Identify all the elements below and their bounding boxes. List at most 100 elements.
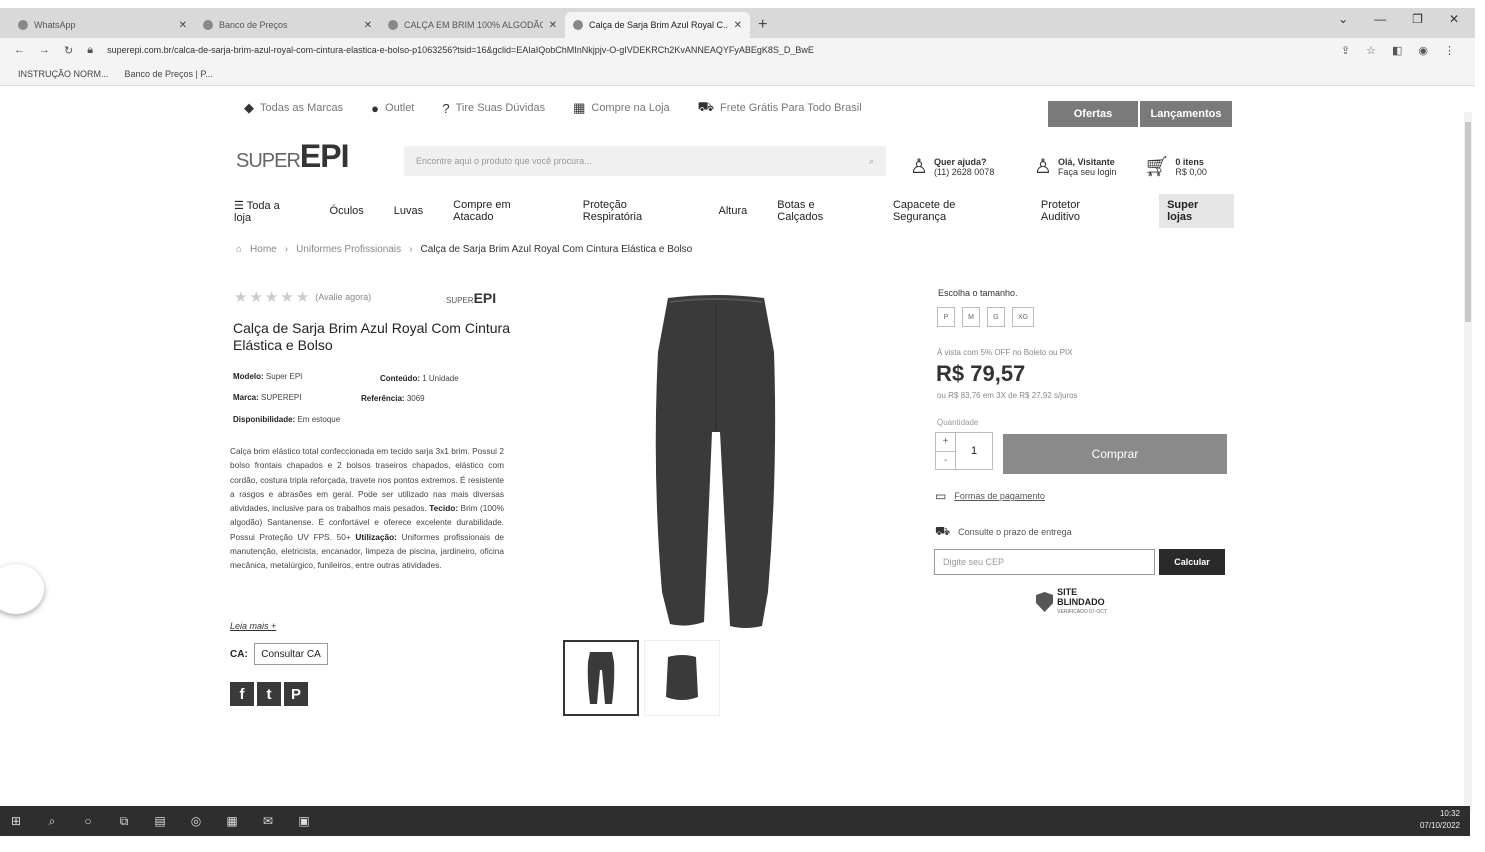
consultar-ca-button[interactable]: Consultar CA — [254, 643, 328, 665]
topbar-duvidas[interactable]: ? Tire Suas Dúvidas — [442, 101, 545, 116]
star-icon[interactable]: ★ — [234, 288, 247, 306]
outlook-icon[interactable]: ✉ — [260, 814, 276, 828]
star-icon[interactable]: ★ — [249, 288, 262, 306]
rating-stars[interactable]: ★ ★ ★ ★ ★ (Avalie agora) — [234, 288, 371, 306]
chevron-down-icon[interactable]: ⌄ — [1338, 12, 1348, 26]
nav-item-super-lojas[interactable]: Super lojas — [1159, 194, 1235, 228]
browser-tab-active[interactable]: Calça de Sarja Brim Azul Royal C... ✕ — [565, 12, 750, 38]
payment-methods-link[interactable]: ▭ Formas de pagamento — [935, 489, 1045, 503]
rate-link[interactable]: (Avalie agora) — [315, 292, 371, 302]
nav-item-botas[interactable]: Botas e Calçados — [777, 199, 863, 223]
cortana-icon[interactable]: ○ — [80, 814, 96, 828]
breadcrumb-home[interactable]: Home — [250, 244, 277, 255]
size-option[interactable]: XG — [1012, 307, 1034, 327]
minimize-icon[interactable]: — — [1374, 12, 1386, 26]
nav-item-atacado[interactable]: Compre em Atacado — [453, 199, 553, 223]
browser-tab[interactable]: CALÇA EM BRIM 100% ALGODÃO ✕ — [380, 12, 565, 38]
browser-tab[interactable]: Banco de Preços ✕ — [195, 12, 380, 38]
product-thumbnail[interactable] — [644, 640, 720, 716]
product-main-image[interactable] — [640, 292, 790, 632]
decrement-button[interactable]: - — [936, 452, 955, 470]
restore-icon[interactable]: ❐ — [1412, 12, 1423, 26]
search-input[interactable]: Encontre aqui o produto que você procura… — [416, 156, 869, 166]
lancamentos-button[interactable]: Lançamentos — [1140, 101, 1232, 127]
size-option[interactable]: P — [937, 307, 955, 327]
share-icon[interactable]: ⇪ — [1341, 44, 1350, 57]
home-icon[interactable]: ⌂ — [236, 244, 242, 255]
size-option[interactable]: G — [987, 307, 1005, 327]
search-icon[interactable]: ⌕ — [44, 814, 60, 828]
chrome-icon[interactable]: ◎ — [188, 814, 204, 828]
excel-icon[interactable]: ▦ — [224, 814, 240, 828]
site-topbar: ◆ Todas as Marcas ● Outlet ? Tire Suas Dúvi… — [0, 90, 1465, 126]
nav-item-protetor[interactable]: Protetor Auditivo — [1041, 199, 1121, 223]
buy-button[interactable]: Comprar — [1003, 434, 1227, 474]
read-more-link[interactable]: Leia mais + — [230, 621, 276, 631]
profile-icon[interactable]: ◉ — [1418, 44, 1428, 57]
topbar-marcas[interactable]: ◆ Todas as Marcas — [244, 100, 343, 116]
ofertas-button[interactable]: Ofertas — [1048, 101, 1138, 127]
forward-icon[interactable]: → — [39, 44, 50, 56]
nav-item-capacete[interactable]: Capacete de Segurança — [893, 199, 1011, 223]
breadcrumb-category[interactable]: Uniformes Profissionais — [296, 244, 401, 255]
close-icon[interactable]: ✕ — [364, 20, 372, 31]
quantity-stepper: + - 1 — [935, 432, 993, 470]
app-icon[interactable]: ▣ — [296, 814, 312, 828]
scrollbar-thumb[interactable] — [1465, 122, 1471, 322]
google-icon — [388, 20, 398, 30]
nav-item-respiratoria[interactable]: Proteção Respiratória — [583, 199, 689, 223]
increment-button[interactable]: + — [936, 433, 955, 452]
bookmark-item[interactable]: INSTRUÇÃO NORM... — [18, 69, 109, 79]
new-tab-button[interactable]: + — [750, 16, 775, 38]
cep-input[interactable]: Digite seu CEP — [934, 549, 1155, 575]
pinterest-icon[interactable]: P — [284, 682, 308, 706]
site-blindado-seal[interactable]: SITE BLINDADO VERIFICADO 07-OCT — [1036, 587, 1124, 615]
social-share: f t P — [230, 682, 308, 706]
file-explorer-icon[interactable]: ▤ — [152, 814, 168, 828]
nav-item-altura[interactable]: Altura — [719, 205, 748, 217]
cart-link[interactable]: 🛒︎ 0 itens R$ 0,00 — [1144, 154, 1207, 179]
topbar-outlet[interactable]: ● Outlet — [371, 101, 414, 116]
spec-modelo: Modelo: Super EPI — [233, 372, 303, 381]
star-icon[interactable]: ★ — [265, 288, 278, 306]
close-window-icon[interactable]: ✕ — [1449, 12, 1459, 26]
topbar-loja[interactable]: ▦ Compre na Loja — [573, 100, 670, 116]
reload-icon[interactable]: ↻ — [64, 44, 73, 57]
star-icon[interactable]: ☆ — [1366, 44, 1376, 57]
search-icon[interactable]: ⌕ — [869, 156, 874, 167]
topbar-frete[interactable]: ⛟ Frete Grátis Para Todo Brasil — [698, 99, 862, 117]
menu-icon[interactable]: ⋮ — [1444, 44, 1455, 57]
close-icon[interactable]: ✕ — [179, 20, 187, 31]
cash-discount-note: À vista com 5% OFF no Boleto ou PIX — [937, 348, 1073, 357]
system-clock[interactable]: 10:32 07/10/2022 — [1420, 808, 1460, 832]
bookmarks-bar: INSTRUÇÃO NORM... Banco de Preços | P... — [0, 62, 1475, 86]
back-icon[interactable]: ← — [14, 44, 25, 56]
installments-note: ou R$ 83,76 em 3X de R$ 27,92 s/juros — [937, 391, 1078, 400]
page-scrollbar[interactable] — [1464, 112, 1472, 812]
task-view-icon[interactable]: ⧉ — [116, 814, 132, 828]
star-icon[interactable]: ★ — [296, 288, 309, 306]
search-box[interactable]: Encontre aqui o produto que você procura… — [404, 146, 886, 176]
windows-start-icon[interactable]: ⊞ — [8, 814, 24, 828]
twitter-icon[interactable]: t — [257, 682, 281, 706]
close-icon[interactable]: ✕ — [734, 20, 742, 31]
nav-item-oculos[interactable]: Óculos — [330, 205, 364, 217]
nav-item-toda-loja[interactable]: ☰ Toda a loja — [234, 199, 300, 224]
floating-widget[interactable] — [0, 564, 44, 614]
nav-item-luvas[interactable]: Luvas — [394, 205, 423, 217]
calcular-button[interactable]: Calcular — [1159, 549, 1225, 575]
site-logo[interactable]: SUPEREPI — [236, 138, 349, 175]
star-icon[interactable]: ★ — [280, 288, 293, 306]
bookmark-item[interactable]: Banco de Preços | P... — [125, 69, 213, 79]
quantity-input[interactable]: 1 — [956, 433, 992, 469]
product-thumbnail[interactable] — [563, 640, 639, 716]
facebook-icon[interactable]: f — [230, 682, 254, 706]
url-input[interactable]: superepi.com.br/calca-de-sarja-brim-azul… — [107, 45, 1327, 55]
help-link[interactable]: ♙ Quer ajuda? (11) 2628 0078 — [910, 154, 994, 179]
browser-tab[interactable]: WhatsApp ✕ — [10, 12, 195, 38]
close-icon[interactable]: ✕ — [549, 20, 557, 31]
outlet-icon: ● — [371, 100, 380, 116]
login-link[interactable]: ♙ Olá, Visitante Faça seu login — [1034, 154, 1116, 179]
sidepanel-icon[interactable]: ◧ — [1392, 44, 1402, 57]
size-option[interactable]: M — [962, 307, 980, 327]
